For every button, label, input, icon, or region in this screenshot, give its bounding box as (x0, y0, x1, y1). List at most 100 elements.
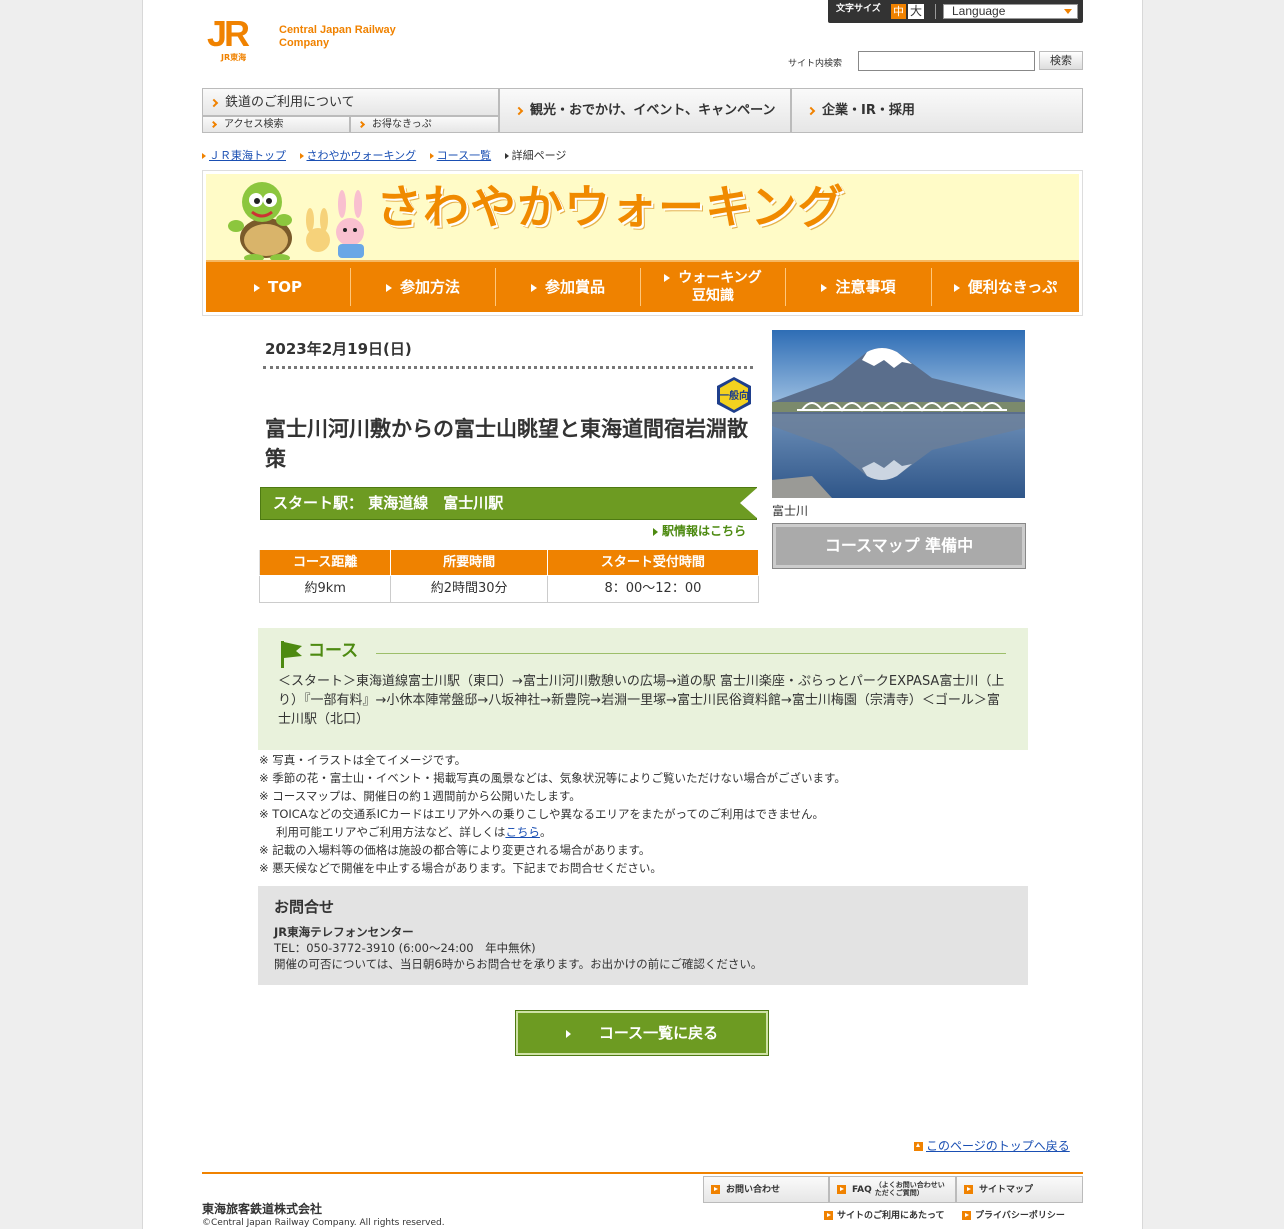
subnav-prizes-label: 参加賞品 (544, 278, 605, 296)
value-start-time: 8：00～12：00 (546, 575, 760, 603)
gnav-tickets-label: お得なきっぷ (372, 119, 432, 130)
gnav-tourism[interactable]: 観光・おでかけ、イベント、キャンペーン (499, 88, 791, 133)
arrow-right-icon (653, 527, 658, 536)
photo-caption: 富士川 (772, 504, 809, 518)
footer-sitemap-button[interactable]: サイトマップ (956, 1176, 1083, 1203)
subnav-useful-tickets[interactable]: 便利なきっぷ (932, 268, 1079, 306)
station-info-link[interactable]: 駅情報はこちら (653, 523, 746, 539)
arrow-right-icon (837, 1185, 846, 1194)
badge-text: 一般向 (719, 389, 749, 402)
subnav-useful-tickets-label: 便利なきっぷ (967, 278, 1058, 296)
start-station: スタート駅： 東海道線 富士川駅 (273, 494, 504, 512)
breadcrumb-current: 詳細ページ (511, 149, 567, 162)
event-date: 2023年2月19日(日) (265, 340, 412, 358)
search-input[interactable] (858, 51, 1035, 71)
footer-faq-button[interactable]: FAQ （よくお問い合わせいただくご質問） (829, 1176, 956, 1203)
font-size-medium-button[interactable]: 中 (891, 4, 906, 19)
note-4-detail-text: 利用可能エリアやご利用方法など、詳しくは (276, 825, 506, 839)
back-button-label: コース一覧に戻る (598, 1024, 719, 1042)
back-to-course-list-button[interactable]: コース一覧に戻る (515, 1010, 769, 1056)
contact-note: 開催の可否については、当日朝6時からお問合せを承ります。お出かけの前にご確認くだ… (274, 957, 763, 971)
subnav-top-label: TOP (268, 278, 302, 296)
contact-tel: TEL：050-3772-3910 (6:00～24:00 年中無休) (274, 941, 536, 955)
footer-sitemap-label: サイトマップ (979, 1185, 1034, 1195)
general-audience-badge-icon: 一般向 (717, 377, 751, 413)
subnav-cautions[interactable]: 注意事項 (786, 268, 932, 306)
subnav-cautions-label: 注意事項 (835, 278, 896, 296)
note-1: ※ 写真・イラストは全てイメージです。 (259, 753, 467, 767)
subnav-walking-tips-label1: ウォーキング (678, 270, 762, 286)
subnav-top[interactable]: TOP (206, 268, 351, 306)
footer-faq-label: FAQ (852, 1185, 872, 1195)
chevron-right-icon (209, 120, 218, 128)
font-size-label: 文字サイズ (836, 4, 881, 14)
gnav-rail[interactable]: 鉄道のご利用について (202, 88, 499, 116)
breadcrumb-jr-top[interactable]: ＪＲ東海トップ (209, 149, 286, 162)
gnav-tourism-label: 観光・おでかけ、イベント、キャンペーン (530, 103, 776, 118)
divider (935, 4, 936, 19)
logo-mark: JR (207, 13, 250, 54)
note-4-detail-end: 。 (539, 825, 552, 839)
footer-terms-link[interactable]: サイトのご利用にあたって (824, 1209, 945, 1223)
header-duration: 所要時間 (390, 549, 548, 576)
footer-copyright: ©Central Japan Railway Company. All righ… (202, 1218, 445, 1228)
footer-faq-sub: （よくお問い合わせいただくご質問） (874, 1181, 945, 1197)
triangle-icon (429, 153, 434, 159)
gnav-corporate[interactable]: 企業・IR・採用 (791, 88, 1083, 133)
language-label: Language (952, 4, 1006, 18)
subnav-how-to-join[interactable]: 参加方法 (351, 268, 496, 306)
triangle-icon (202, 153, 206, 159)
utility-bar: 文字サイズ 中 大 Language (828, 0, 1083, 23)
page: JR JR東海 Central Japan Railway Company 文字… (142, 0, 1143, 1229)
page-top-link[interactable]: このページのトップへ戻る (914, 1137, 1070, 1154)
note-4: ※ TOICAなどの交通系ICカードはエリア外への乗りこしや異なるエリアをまたが… (259, 807, 825, 821)
ic-card-details-link[interactable]: こちら (505, 825, 540, 839)
arrow-right-icon (953, 283, 960, 292)
note-5: ※ 記載の入場料等の価格は施設の都合等により変更される場合があります。 (259, 843, 651, 857)
breadcrumb-course-list[interactable]: コース一覧 (437, 149, 491, 162)
gnav-corporate-label: 企業・IR・採用 (822, 103, 915, 118)
arrow-up-icon (914, 1142, 923, 1151)
header-distance: コース距離 (258, 549, 392, 576)
jr-central-logo[interactable]: JR JR東海 Central Japan Railway Company (207, 16, 407, 64)
gnav-access-search[interactable]: アクセス検索 (202, 116, 350, 133)
subnav-prizes[interactable]: 参加賞品 (496, 268, 641, 306)
subnav-walking-tips-label2: 豆知識 (692, 288, 734, 304)
course-title: 富士川河川敷からの富士山眺望と東海道間宿岩淵散策 (265, 417, 748, 471)
note-4-detail: 利用可能エリアやご利用方法など、詳しくはこちら。 (259, 823, 1029, 841)
chevron-right-icon (514, 106, 524, 115)
language-select[interactable]: Language (943, 4, 1078, 19)
search-label: サイト内検索 (788, 59, 843, 69)
font-size-large-button[interactable]: 大 (908, 4, 924, 19)
footer-privacy-link[interactable]: プライバシーポリシー (962, 1209, 1065, 1223)
banner-title: さわやかウォーキング (376, 180, 845, 234)
breadcrumb-walking[interactable]: さわやかウォーキング (307, 149, 417, 162)
gnav-rail-label: 鉄道のご利用について (225, 95, 355, 110)
chevron-right-icon (209, 98, 219, 107)
contact-box: お問合せ JR東海テレフォンセンター TEL：050-3772-3910 (6:… (258, 886, 1028, 985)
mount-fuji-photo (772, 330, 1025, 498)
page-top-label[interactable]: このページのトップへ戻る (926, 1139, 1070, 1153)
dotted-divider (263, 366, 753, 369)
arrow-right-icon (385, 283, 392, 292)
course-map-button[interactable]: コースマップ 準備中 (772, 523, 1026, 569)
chevron-right-icon (357, 120, 366, 128)
chevron-down-icon (1064, 9, 1072, 14)
search-button[interactable]: 検索 (1039, 51, 1083, 70)
note-3: ※ コースマップは、開催日の約１週間前から公開いたします。 (259, 789, 581, 803)
gnav-tickets[interactable]: お得なきっぷ (350, 116, 499, 133)
value-duration: 約2時間30分 (390, 575, 548, 603)
contact-name: JR東海テレフォンセンター (274, 925, 414, 939)
arrow-right-icon (964, 1185, 973, 1194)
value-distance: 約9km (258, 575, 392, 603)
subnav-walking-tips[interactable]: ウォーキング豆知識 (641, 268, 786, 306)
arrow-right-icon (711, 1185, 720, 1194)
sub-nav: TOP 参加方法 参加賞品 ウォーキング豆知識 注意事項 便利なきっぷ (206, 260, 1079, 312)
course-section: コース ＜スタート＞東海道線富士川駅（東口）→富士川河川敷憩いの広場→道の駅 富… (258, 628, 1028, 750)
course-heading: コース (308, 641, 359, 661)
header-start-time: スタート受付時間 (546, 549, 760, 576)
note-6: ※ 悪天候などで開催を中止する場合があります。下記までお問合せください。 (259, 861, 662, 875)
logo-sub: JR東海 (221, 53, 247, 62)
note-2: ※ 季節の花・富士山・イベント・掲載写真の風景などは、気象状況等によりご覧いただ… (259, 771, 846, 785)
footer-contact-button[interactable]: お問い合わせ (703, 1176, 829, 1203)
